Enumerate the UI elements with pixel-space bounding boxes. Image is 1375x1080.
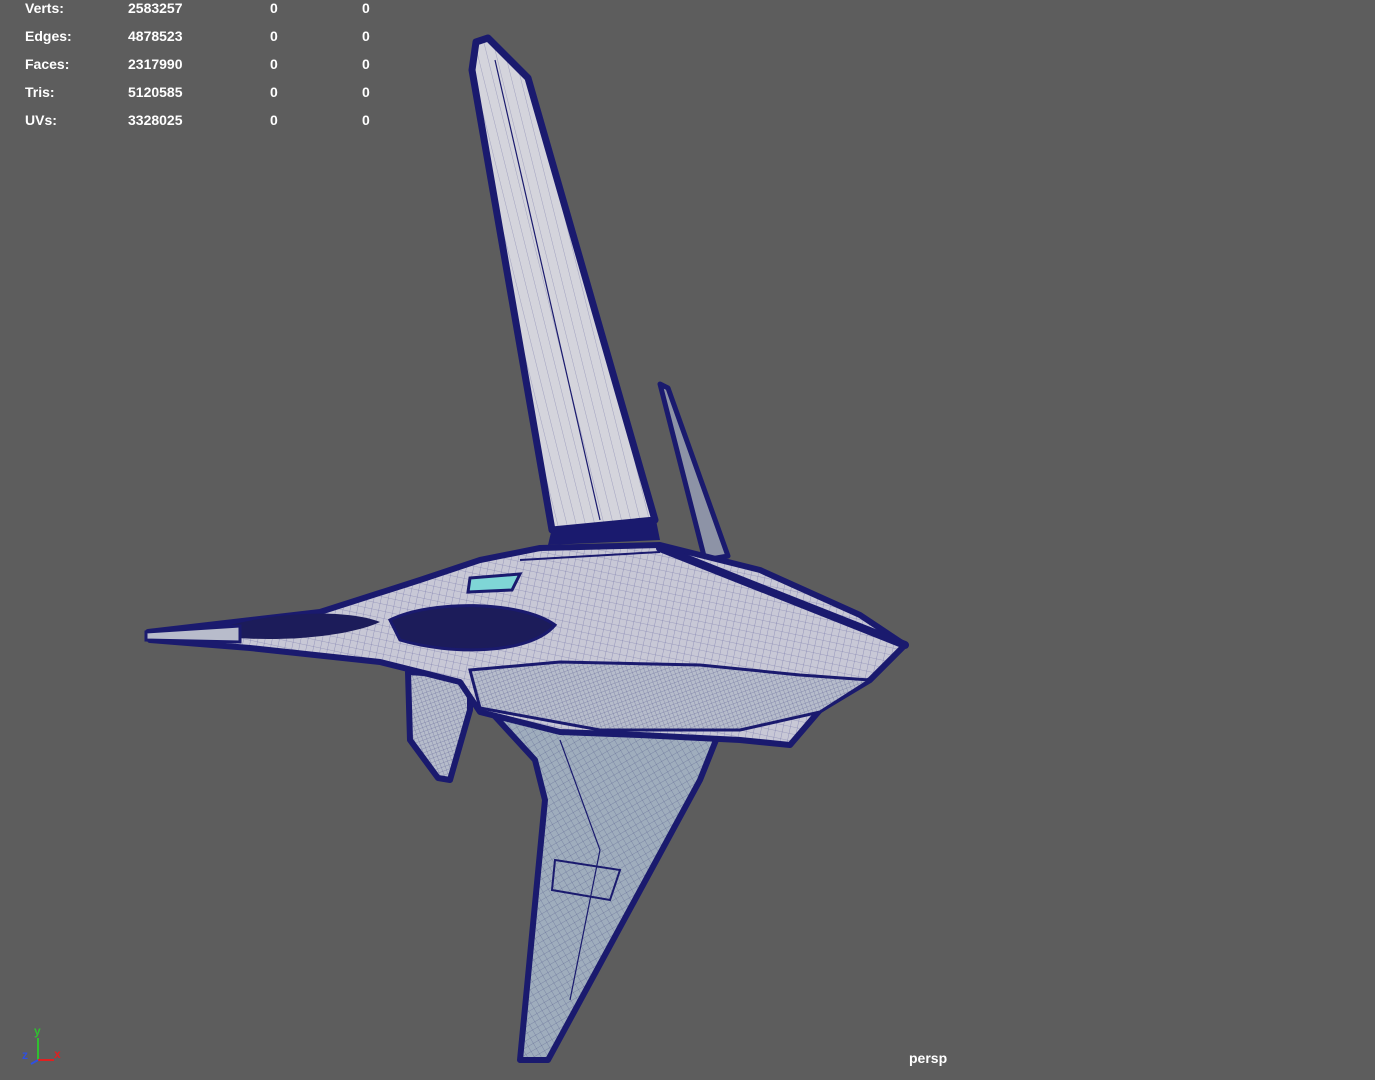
lower-wing — [477, 697, 723, 1063]
stat-label: UVs: — [25, 112, 57, 128]
antenna — [657, 381, 731, 563]
z-axis-label: z — [22, 1048, 28, 1062]
stat-components: 0 — [362, 84, 370, 100]
stat-total: 2583257 — [128, 0, 183, 16]
stat-selected: 0 — [270, 0, 278, 16]
hull — [144, 542, 909, 748]
hud-row-tris: Tris: 5120585 0 0 — [0, 84, 400, 104]
spaceship-model[interactable] — [0, 0, 1375, 1080]
y-axis-label: y — [34, 1024, 41, 1038]
upper-fin — [468, 34, 660, 545]
stat-total: 4878523 — [128, 28, 183, 44]
x-axis-label: x — [54, 1047, 61, 1061]
stat-components: 0 — [362, 0, 370, 16]
stat-label: Edges: — [25, 28, 72, 44]
stat-total: 5120585 — [128, 84, 183, 100]
stat-components: 0 — [362, 56, 370, 72]
stat-label: Faces: — [25, 56, 70, 72]
cockpit-window — [466, 572, 523, 594]
hud-row-uvs: UVs: 3328025 0 0 — [0, 112, 400, 132]
stat-components: 0 — [362, 28, 370, 44]
camera-name-label: persp — [909, 1050, 948, 1066]
stat-total: 3328025 — [128, 112, 183, 128]
z-axis-line — [30, 1059, 39, 1065]
stat-selected: 0 — [270, 28, 278, 44]
axis-gizmo-icon: y x z — [14, 1022, 70, 1070]
hud-row-faces: Faces: 2317990 0 0 — [0, 56, 400, 76]
3d-viewport[interactable]: Verts: 2583257 0 0 Edges: 4878523 0 0 Fa… — [0, 0, 1375, 1080]
stat-components: 0 — [362, 112, 370, 128]
stat-selected: 0 — [270, 56, 278, 72]
stat-label: Tris: — [25, 84, 55, 100]
stat-label: Verts: — [25, 0, 64, 16]
hud-row-verts: Verts: 2583257 0 0 — [0, 0, 400, 20]
hud-row-edges: Edges: 4878523 0 0 — [0, 28, 400, 48]
stat-selected: 0 — [270, 112, 278, 128]
stat-total: 2317990 — [128, 56, 183, 72]
stat-selected: 0 — [270, 84, 278, 100]
